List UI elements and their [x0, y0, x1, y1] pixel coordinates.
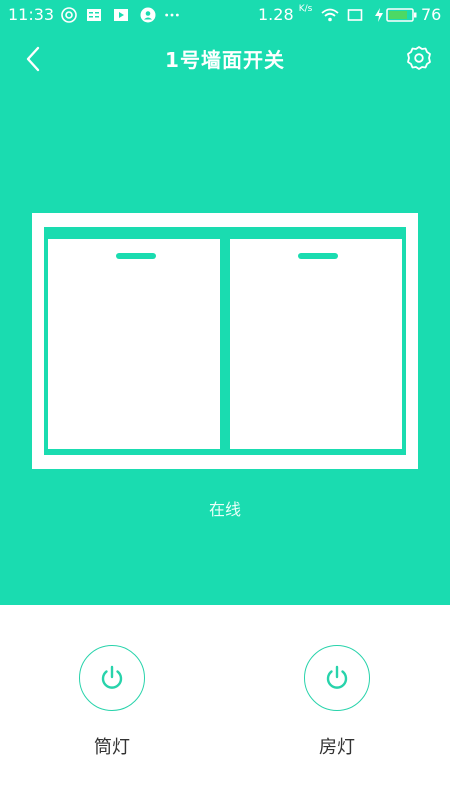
downlight-power-button[interactable] [79, 645, 145, 711]
account-icon [140, 7, 156, 23]
wifi-icon [321, 8, 339, 22]
gang-indicator [116, 253, 156, 259]
net-speed: 1.28 K/s [258, 3, 313, 24]
notification-a-icon [61, 7, 77, 23]
power-icon [326, 665, 348, 689]
power-icon [101, 665, 123, 689]
header: 1号墙面开关 [0, 30, 450, 86]
battery-icon [386, 8, 417, 22]
settings-button[interactable] [404, 43, 434, 73]
battery-level: 76 [421, 5, 442, 24]
control-room-light: 房灯 [277, 645, 397, 759]
gear-icon [407, 46, 431, 70]
net-speed-unit: K/s [298, 3, 313, 14]
room-light-power-button[interactable] [304, 645, 370, 711]
more-dots-icon [165, 13, 179, 17]
control-label: 房灯 [319, 737, 355, 758]
device-online-status: 在线 [208, 500, 241, 519]
charging-icon [375, 8, 383, 22]
status-time: 11:33 [8, 5, 55, 24]
page-title: 1号墙面开关 [165, 48, 285, 72]
switch-gang-right[interactable] [230, 239, 402, 449]
switch-panel-illustration [32, 213, 418, 469]
control-downlight: 筒灯 [52, 645, 172, 759]
control-label: 筒灯 [94, 737, 130, 758]
reader-icon [87, 9, 101, 21]
screen: 11:33 1.28 K/s 76 1号墙面开关 在线 筒灯 房灯 [0, 0, 450, 800]
gang-indicator [298, 253, 338, 259]
net-speed-value: 1.28 [258, 5, 294, 24]
screen-icon [347, 9, 363, 21]
switch-frame [44, 227, 406, 455]
status-bar: 11:33 1.28 K/s 76 [0, 0, 450, 30]
device-hero-area: 11:33 1.28 K/s 76 1号墙面开关 在线 [0, 0, 450, 605]
switch-gang-left[interactable] [48, 239, 220, 449]
play-icon [114, 9, 128, 21]
